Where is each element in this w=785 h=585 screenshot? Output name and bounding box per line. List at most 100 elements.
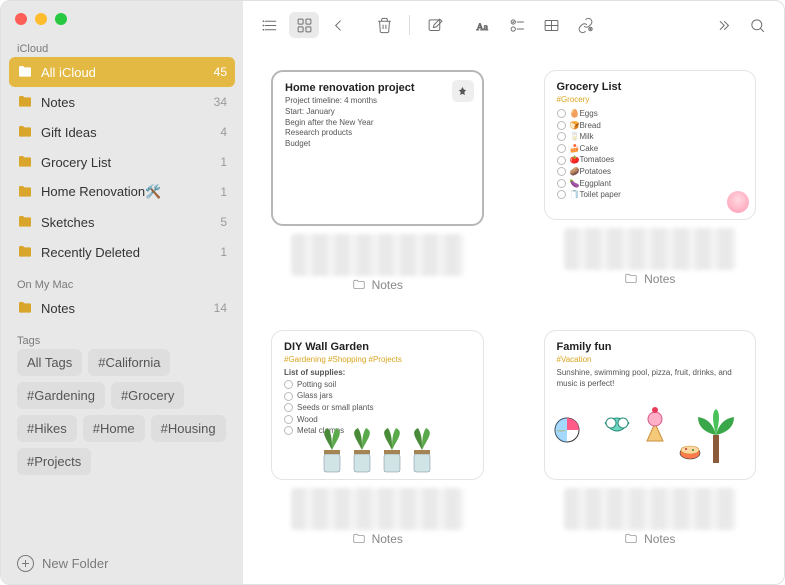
tag-pill[interactable]: #Housing [151,415,226,442]
note-meta-blurred [564,228,737,270]
folder-label: Home Renovation🛠️ [41,184,220,200]
checkbox-icon [284,426,293,435]
link-button[interactable] [570,12,600,38]
checkbox-icon [284,380,293,389]
folder-icon [17,300,33,316]
note-line: Budget [285,139,470,150]
folder-icon [17,214,33,230]
checklist-item: 🥚Eggs [557,108,744,120]
note-line: Start: January [285,107,470,118]
table-button[interactable] [536,12,566,38]
folder-item[interactable]: Home Renovation🛠️1 [9,177,235,207]
checkbox-icon [557,144,566,153]
note-line: Project timeline: 4 months [285,96,470,107]
tag-pill[interactable]: #Home [83,415,145,442]
tag-pill[interactable]: #Grocery [111,382,184,409]
note-card[interactable]: Grocery List#Grocery🥚Eggs🍞Bread🥛Milk🍰Cak… [544,70,757,220]
garden-art [312,424,442,479]
pin-icon [452,80,474,102]
tag-pill[interactable]: All Tags [17,349,82,376]
sidebar: iCloud All iCloud45Notes34Gift Ideas4Gro… [1,1,243,584]
checkbox-icon [557,109,566,118]
note-tags: #Gardening #Shopping #Projects [284,355,471,364]
folder-item[interactable]: Gift Ideas4 [9,117,235,147]
note-tile: Grocery List#Grocery🥚Eggs🍞Bread🥛Milk🍰Cak… [544,70,757,310]
note-folder-label: Notes [544,272,757,286]
note-tile: Home renovation project Project timeline:… [271,70,484,310]
toolbar: Aa [243,1,784,50]
note-card[interactable]: Family fun#VacationSunshine, swimming po… [544,330,757,480]
fullscreen-window-button[interactable] [55,13,67,25]
folder-item[interactable]: Grocery List1 [9,147,235,177]
format-text-button[interactable]: Aa [468,12,498,38]
folder-icon [17,124,33,140]
folder-icon [17,184,33,200]
checkbox-icon [557,179,566,188]
note-tile: DIY Wall Garden #Gardening #Shopping #Pro… [271,330,484,564]
note-line: Sunshine, swimming pool, pizza, fruit, d… [557,368,744,390]
tag-pill[interactable]: #Hikes [17,415,77,442]
window-controls [1,1,243,37]
overflow-button[interactable] [708,12,738,38]
checklist-item: 🍰Cake [557,143,744,155]
folder-label: Grocery List [41,155,220,170]
note-title: DIY Wall Garden [284,341,471,353]
folder-label: Sketches [41,215,220,230]
note-folder-label: Notes [271,532,484,546]
note-title: Home renovation project [285,82,470,94]
checkbox-icon [284,415,293,424]
checkbox-icon [557,156,566,165]
checklist-item: 🧻Toilet paper [557,189,744,201]
note-tile: Family fun#VacationSunshine, swimming po… [544,330,757,564]
folder-item[interactable]: Notes34 [9,87,235,117]
compose-button[interactable] [420,12,450,38]
checkbox-icon [557,190,566,199]
icloud-folder-list: All iCloud45Notes34Gift Ideas4Grocery Li… [1,57,243,267]
new-folder-button[interactable]: New Folder [1,543,243,584]
back-button[interactable] [323,12,353,38]
folder-label: Recently Deleted [41,245,220,260]
folder-count: 45 [214,65,227,79]
note-tags: #Grocery [557,95,744,104]
minimize-window-button[interactable] [35,13,47,25]
fun-art [545,405,745,475]
delete-button[interactable] [369,12,399,38]
plus-circle-icon [17,555,34,572]
folder-item[interactable]: All iCloud45 [9,57,235,87]
note-card[interactable]: Home renovation project Project timeline:… [271,70,484,226]
mac-folder-list: Notes14 [1,293,243,323]
list-view-button[interactable] [255,12,285,38]
checklist-item: Seeds or small plants [284,402,471,414]
tags-area: All Tags#California #Gardening#Grocery #Hi… [1,349,243,483]
folder-item[interactable]: Notes14 [9,293,235,323]
note-card[interactable]: DIY Wall Garden #Gardening #Shopping #Pro… [271,330,484,480]
tag-pill[interactable]: #Gardening [17,382,105,409]
folder-count: 4 [220,125,227,139]
close-window-button[interactable] [15,13,27,25]
checklist-button[interactable] [502,12,532,38]
note-meta-blurred [291,488,464,530]
tag-pill[interactable]: #Projects [17,448,91,475]
folder-item[interactable]: Sketches5 [9,207,235,237]
checklist-item: Glass jars [284,390,471,402]
tag-pill[interactable]: #California [88,349,170,376]
search-button[interactable] [742,12,772,38]
checkbox-icon [557,121,566,130]
new-folder-label: New Folder [42,556,108,571]
note-tags: #Vacation [557,355,744,364]
checklist-item: 🍞Bread [557,120,744,132]
note-meta-blurred [564,488,737,530]
folder-icon [17,94,33,110]
note-folder-label: Notes [271,278,484,292]
grid-view-button[interactable] [289,12,319,38]
checklist-item: 🥛Milk [557,131,744,143]
folder-count: 14 [214,301,227,315]
section-label-mac: On My Mac [1,273,243,293]
note-meta-blurred [291,234,464,276]
notes-grid: Home renovation project Project timeline:… [243,50,784,584]
section-label-icloud: iCloud [1,37,243,57]
folder-item[interactable]: Recently Deleted1 [9,237,235,267]
svg-text:Aa: Aa [476,21,488,32]
app-window: iCloud All iCloud45Notes34Gift Ideas4Gro… [0,0,785,585]
folder-label: All iCloud [41,65,214,80]
